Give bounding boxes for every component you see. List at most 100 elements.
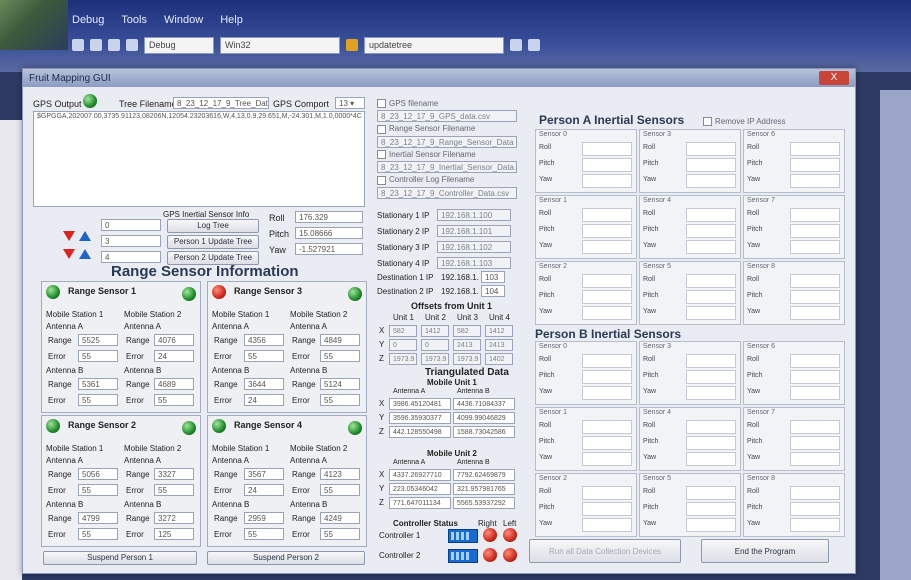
range-value-field[interactable]: 55 [78, 484, 118, 496]
undo-icon[interactable] [90, 39, 102, 51]
range-value-field[interactable]: 55 [320, 528, 360, 540]
destination-ip-field[interactable]: 103 [481, 271, 505, 283]
row-count-field-2[interactable]: 4 [101, 251, 161, 263]
arrow-up-icon[interactable] [79, 231, 91, 241]
range-value-field[interactable]: 4123 [320, 468, 360, 480]
antenna-label: Antenna B [290, 366, 328, 375]
imu-row-label: Pitch [747, 372, 763, 379]
range-value-field[interactable]: 2959 [244, 512, 284, 524]
gps-file-checkbox[interactable] [377, 99, 386, 109]
gps-output-text[interactable]: $GPGGA,202007.00,3735.91123,08206N,12054… [33, 111, 365, 207]
redo-icon[interactable] [108, 39, 120, 51]
tree-filename-field[interactable]: 8_23_12_17_9_Tree_Dat [173, 97, 269, 109]
range-value-field[interactable]: 3644 [244, 378, 284, 390]
offsets-title: Offsets from Unit 1 [411, 301, 493, 311]
offset-value-field[interactable]: 1973.9 [453, 353, 481, 365]
range-value-field[interactable]: 55 [320, 394, 360, 406]
suspend-person1-button[interactable]: Suspend Person 1 [43, 551, 197, 565]
controller-file-checkbox[interactable] [377, 175, 386, 185]
roll-label: Roll [269, 213, 285, 223]
offset-value-field[interactable]: 2413 [453, 339, 481, 351]
offset-value-field[interactable]: 1412 [421, 325, 449, 337]
range-value-field[interactable]: 24 [244, 484, 284, 496]
stationary-ip-field[interactable]: 192.168.1.101 [437, 225, 511, 237]
controller-filename-field[interactable]: 8_23_12_17_9_Controller_Data.csv [377, 186, 517, 199]
gps-comport-select[interactable]: 13 ▾ [335, 97, 365, 109]
range-value-field[interactable]: 4799 [78, 512, 118, 524]
tool-icon[interactable] [510, 39, 522, 51]
range-value-field[interactable]: 55 [78, 350, 118, 362]
range-value-field[interactable]: 55 [244, 528, 284, 540]
range-file-checkbox[interactable] [377, 124, 386, 134]
menu-help[interactable]: Help [220, 14, 243, 26]
range-value-field[interactable]: 3567 [244, 468, 284, 480]
range-value-field[interactable]: 55 [320, 350, 360, 362]
gps-filename-field[interactable]: 8_23_12_17_9_GPS_data.csv [377, 110, 517, 123]
destination-ip-field[interactable]: 104 [481, 285, 505, 297]
row-label: Error [48, 396, 66, 405]
save-icon[interactable] [72, 39, 84, 51]
offset-value-field[interactable]: 1412 [485, 325, 513, 337]
range-value-field[interactable]: 55 [244, 350, 284, 362]
inertial-filename-field[interactable]: 8_23_12_17_9_Inertial_Sensor_Data.c [377, 161, 517, 174]
suspend-person2-button[interactable]: Suspend Person 2 [207, 551, 365, 565]
config-combo[interactable]: Debug [144, 36, 214, 54]
offset-value-field[interactable]: 1402 [485, 353, 513, 365]
log-tree-button[interactable]: Log Tree [167, 219, 259, 233]
range-value-field[interactable]: 55 [154, 484, 194, 496]
range-value-field[interactable]: 24 [154, 350, 194, 362]
stationary-ip-field[interactable]: 192.168.1.100 [437, 209, 511, 221]
offset-value-field[interactable]: 0 [421, 339, 449, 351]
range-filename-field[interactable]: 8_23_12_17_9_Range_Sensor_Data [377, 135, 517, 148]
range-value-field[interactable]: 4249 [320, 512, 360, 524]
range-value-field[interactable]: 5525 [78, 334, 118, 346]
arrow-down-icon[interactable] [63, 249, 75, 259]
range-value-field[interactable]: 3327 [154, 468, 194, 480]
range-value-field[interactable]: 5361 [78, 378, 118, 390]
range-value-field[interactable]: 55 [320, 484, 360, 496]
platform-combo[interactable]: Win32 [220, 36, 340, 54]
range-value-field[interactable]: 4356 [244, 334, 284, 346]
inertial-file-checkbox[interactable] [377, 150, 386, 160]
range-value-field[interactable]: 4076 [154, 334, 194, 346]
row-label: Error [292, 396, 310, 405]
person1-update-tree-button[interactable]: Person 1 Update Tree [167, 235, 259, 249]
range-value-field[interactable]: 4849 [320, 334, 360, 346]
remove-ip-checkbox[interactable]: Remove IP Address [703, 117, 786, 127]
offset-value-field[interactable]: 2413 [485, 339, 513, 351]
range-value-field[interactable]: 55 [154, 394, 194, 406]
arrow-down-icon[interactable] [63, 231, 75, 241]
menu-debug[interactable]: Debug [72, 14, 104, 26]
imu-value-field [582, 370, 632, 384]
play-icon[interactable] [126, 39, 138, 51]
find-combo[interactable]: updatetree [364, 36, 504, 54]
range-value-field[interactable]: 5124 [320, 378, 360, 390]
range-value-field[interactable]: 24 [244, 394, 284, 406]
offset-value-field[interactable]: 582 [453, 325, 481, 337]
offset-value-field[interactable]: 0 [389, 339, 417, 351]
end-program-button[interactable]: End the Program [701, 539, 829, 563]
row-count-field-0[interactable]: 0 [101, 219, 161, 231]
row-count-field-1[interactable]: 3 [101, 235, 161, 247]
range-value-field[interactable]: 4689 [154, 378, 194, 390]
imu-value-field [790, 142, 840, 156]
menu-tools[interactable]: Tools [121, 14, 147, 26]
range-value-field[interactable]: 55 [78, 528, 118, 540]
imu-row-label: Roll [539, 356, 552, 363]
range-value-field[interactable]: 125 [154, 528, 194, 540]
offset-value-field[interactable]: 582 [389, 325, 417, 337]
close-button[interactable]: X [819, 71, 849, 85]
range-value-field[interactable]: 5056 [78, 468, 118, 480]
offset-value-field[interactable]: 1973.9 [421, 353, 449, 365]
arrow-up-icon[interactable] [79, 249, 91, 259]
find-icon[interactable] [346, 39, 358, 51]
tool-icon[interactable] [528, 39, 540, 51]
range-value-field[interactable]: 55 [78, 394, 118, 406]
run-all-devices-button[interactable]: Run all Data Collection Devices [529, 539, 681, 563]
stationary-ip-field[interactable]: 192.168.1.103 [437, 257, 511, 269]
menu-window[interactable]: Window [164, 14, 203, 26]
offset-value-field[interactable]: 1973.9 [389, 353, 417, 365]
stationary-ip-field[interactable]: 192.168.1.102 [437, 241, 511, 253]
editor-right-strip [880, 90, 911, 580]
range-value-field[interactable]: 3272 [154, 512, 194, 524]
